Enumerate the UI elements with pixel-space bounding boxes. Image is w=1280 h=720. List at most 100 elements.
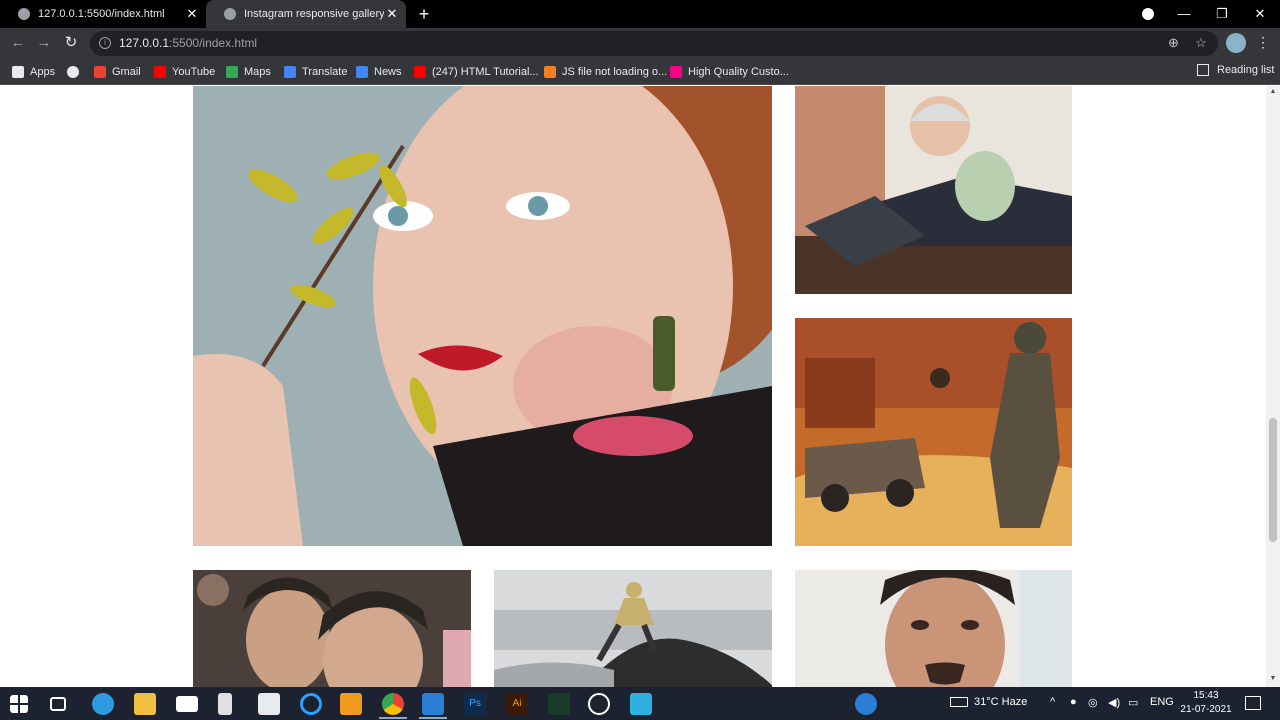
minimize-button[interactable]: — (1165, 0, 1203, 28)
reading-list-label: Reading list (1217, 64, 1275, 76)
flickr-icon (670, 66, 682, 78)
running-indicator (379, 717, 407, 719)
network-icon[interactable]: ◎ (1088, 696, 1098, 709)
bookmark-item[interactable]: (247) HTML Tutorial... (414, 64, 539, 80)
bookmark-item[interactable]: Translate (284, 64, 347, 80)
reload-icon[interactable]: ↻ (60, 32, 82, 54)
youtube-icon (154, 66, 166, 78)
volume-icon[interactable]: ◀) (1108, 696, 1120, 709)
bookmark-label: Maps (244, 66, 271, 78)
back-arrow-icon[interactable]: ← (7, 32, 29, 54)
bookmark-item[interactable]: High Quality Custo... (670, 64, 789, 80)
scroll-down-arrow-icon[interactable]: ▼ (1269, 675, 1277, 682)
lightning-app-icon[interactable] (218, 693, 232, 715)
bookmark-label: Gmail (112, 66, 141, 78)
weather-widget[interactable]: 31°C Haze (950, 696, 1027, 708)
forward-arrow-icon[interactable]: → (33, 32, 55, 54)
bookmark-label: News (374, 66, 402, 78)
cortana-icon[interactable] (300, 693, 322, 715)
tab-title: Instagram responsive gallery (244, 8, 384, 20)
scroll-up-arrow-icon[interactable]: ▲ (1269, 88, 1277, 95)
bookmark-star-icon[interactable]: ☆ (1195, 35, 1207, 51)
tab-strip: 127.0.0.1:5500/index.html ✕ Instagram re… (0, 0, 1280, 28)
mail-icon[interactable] (176, 696, 198, 712)
sublime-text-icon[interactable] (340, 693, 362, 715)
dropbox-icon[interactable] (258, 693, 280, 715)
news-icon (356, 66, 368, 78)
windows-taskbar: Ps Ai 31°C Haze ^ ● ◎ ◀) ▭ ENG 15:43 21-… (0, 687, 1280, 720)
bookmark-label: Apps (30, 66, 56, 78)
bookmark-item[interactable] (67, 64, 85, 80)
tab-title: 127.0.0.1:5500/index.html (38, 8, 165, 20)
scrollbar-thumb[interactable] (1269, 418, 1277, 542)
new-tab-button[interactable]: + (414, 4, 434, 24)
reading-list-button[interactable]: Reading list (1197, 64, 1274, 76)
stackoverflow-icon (544, 66, 556, 78)
close-tab-icon[interactable]: ✕ (184, 6, 200, 22)
close-window-button[interactable]: ✕ (1241, 0, 1279, 28)
chrome-icon[interactable] (382, 693, 404, 715)
task-view-icon[interactable] (50, 697, 66, 711)
man-portrait-photo[interactable] (795, 570, 1072, 687)
apps-grid-icon (12, 66, 24, 78)
illustrator-icon[interactable]: Ai (506, 693, 528, 715)
vscode-icon[interactable] (422, 693, 444, 715)
climber-rock-photo[interactable] (494, 570, 772, 687)
businessman-cash-photo[interactable] (795, 86, 1072, 294)
bookmark-label: High Quality Custo... (688, 66, 789, 78)
browser-toolbar: ← → ↻ i 127.0.0.1:5500/index.html ⊕ ☆ ⋮ (0, 28, 1280, 59)
reading-list-icon (1197, 64, 1209, 76)
edge-icon[interactable] (92, 693, 114, 715)
bookmark-label: YouTube (172, 66, 216, 78)
bookmark-label: Translate (302, 66, 348, 78)
bookmark-item[interactable]: Maps (226, 64, 271, 80)
file-explorer-icon[interactable] (134, 693, 156, 715)
page-scrollbar[interactable]: ▲ ▼ (1266, 86, 1280, 687)
restore-button[interactable]: ❐ (1203, 0, 1241, 28)
windows-start-icon[interactable] (10, 695, 28, 713)
microphone-icon[interactable]: ● (1070, 696, 1077, 708)
battery-icon[interactable]: ▭ (1128, 696, 1138, 709)
kebab-menu-icon[interactable]: ⋮ (1256, 34, 1270, 51)
close-tab-icon[interactable]: ✕ (384, 6, 400, 22)
system-clock[interactable]: 15:43 21-07-2021 (1176, 689, 1236, 717)
bookmark-item[interactable]: YouTube (154, 64, 215, 80)
clock-time: 15:43 (1193, 690, 1219, 701)
tab-localhost[interactable]: 127.0.0.1:5500/index.html ✕ (0, 0, 206, 28)
bookmark-item[interactable]: Apps (12, 64, 55, 80)
address-bar[interactable]: i 127.0.0.1:5500/index.html ⊕ ☆ (90, 31, 1218, 56)
obs-icon[interactable] (588, 693, 610, 715)
globe-icon (67, 66, 79, 78)
chevron-up-icon[interactable]: ^ (1050, 696, 1055, 708)
woman-portrait-photo[interactable] (193, 86, 772, 546)
translate-icon (284, 66, 296, 78)
notifications-icon[interactable] (1245, 696, 1261, 710)
terminal-app-icon[interactable] (548, 693, 570, 715)
globe-icon (18, 8, 30, 20)
running-indicator (419, 717, 447, 719)
youtube-icon (414, 66, 426, 78)
maps-icon (226, 66, 238, 78)
globe-icon (224, 8, 236, 20)
photoshop-icon[interactable]: Ps (464, 693, 486, 715)
friends-selfie-photo[interactable] (193, 570, 471, 687)
bookmarks-bar: Apps Gmail YouTube Maps Translate News (247) H… (0, 59, 1280, 85)
weather-icon (950, 697, 968, 708)
bookmark-label: JS file not loading o... (562, 66, 668, 78)
zoom-icon[interactable]: ⊕ (1168, 35, 1179, 51)
soldier-illustration-photo[interactable] (795, 318, 1072, 546)
language-indicator[interactable]: ENG (1150, 696, 1174, 708)
bookmark-item[interactable]: Gmail (94, 64, 141, 80)
gallery-page (0, 86, 1266, 687)
profile-avatar[interactable] (1226, 33, 1246, 53)
site-info-icon[interactable]: i (99, 37, 111, 49)
store-app-icon[interactable] (630, 693, 652, 715)
gmail-icon (94, 66, 106, 78)
address-url[interactable]: 127.0.0.1:5500/index.html (119, 36, 257, 50)
clock-date: 21-07-2021 (1180, 704, 1232, 715)
tab-instagram-gallery[interactable]: Instagram responsive gallery ✕ (206, 0, 406, 28)
bookmark-item[interactable]: JS file not loading o... (544, 64, 667, 80)
media-control-icon[interactable] (1142, 8, 1154, 20)
bookmark-item[interactable]: News (356, 64, 402, 80)
help-icon[interactable] (855, 693, 877, 715)
